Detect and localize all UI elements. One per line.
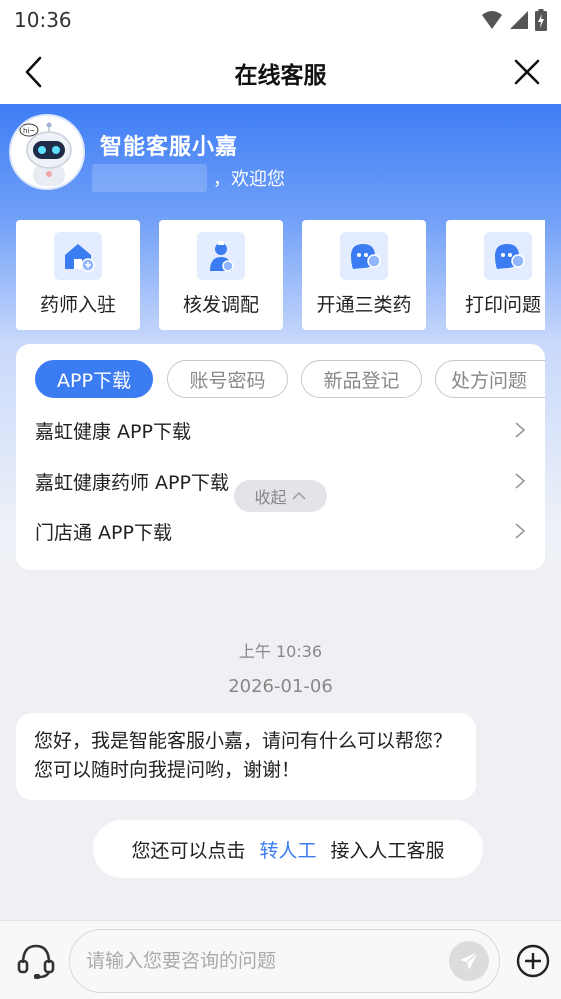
quick-actions-strip[interactable]: 药师入驻 核发调配 开通三类药 打印问题 xyxy=(16,220,545,332)
faq-item-label: 嘉虹健康药师 APP下载 xyxy=(35,471,229,494)
welcome-row: ，欢迎您 xyxy=(92,164,285,192)
headset-icon[interactable] xyxy=(15,939,57,981)
tab-app-download[interactable]: APP下载 xyxy=(35,360,153,398)
handoff-suffix: 接入人工客服 xyxy=(330,839,445,862)
quick-action-class-three-drugs[interactable]: 开通三类药 xyxy=(302,220,426,330)
faq-item-label: 门店通 APP下载 xyxy=(35,521,172,544)
message-time: 上午 10:36 xyxy=(238,642,323,661)
bot-avatar: hi~ xyxy=(9,114,85,190)
close-icon[interactable] xyxy=(509,54,545,90)
welcome-text: ，欢迎您 xyxy=(213,169,285,190)
status-bar: 10:36 xyxy=(0,0,561,40)
signal-icon xyxy=(510,11,528,29)
handoff-prefix: 您还可以点击 xyxy=(131,839,246,862)
quick-action-label: 药师入驻 xyxy=(39,294,116,316)
tab-new-product-registration[interactable]: 新品登记 xyxy=(301,360,422,398)
add-icon[interactable] xyxy=(515,943,551,979)
masked-username xyxy=(92,164,207,192)
tab-prescription-issue[interactable]: 处方问题 xyxy=(435,360,545,398)
hero-section: hi~ 智能客服小嘉 ，欢迎您 药师入驻 核发调配 开通三类药 打印问题 APP… xyxy=(0,104,561,594)
chevron-up-icon xyxy=(291,491,306,500)
bot-message-bubble: 您好，我是智能客服小嘉，请问有什么可以帮您？您可以随时向我提问哟，谢谢！ xyxy=(16,713,476,800)
send-button[interactable] xyxy=(449,941,489,981)
svg-text:hi~: hi~ xyxy=(23,127,35,135)
status-time: 10:36 xyxy=(14,8,72,32)
collapse-label: 收起 xyxy=(254,488,287,507)
faq-item[interactable]: 嘉虹健康 APP下载 xyxy=(35,410,527,450)
transfer-to-human-link[interactable]: 转人工 xyxy=(259,836,316,863)
quick-action-label: 开通三类药 xyxy=(316,294,412,316)
bottom-input-bar xyxy=(0,920,561,999)
quick-action-pharmacist-join[interactable]: 药师入驻 xyxy=(16,220,140,330)
quick-action-label: 核发调配 xyxy=(182,294,259,316)
wifi-icon xyxy=(482,11,502,29)
message-input-box[interactable] xyxy=(69,929,500,993)
chevron-right-icon xyxy=(515,523,526,539)
bot-message-text: 您好，我是智能客服小嘉，请问有什么可以帮您？您可以随时向我提问哟，谢谢！ xyxy=(34,730,453,781)
quick-action-label: 打印问题 xyxy=(465,294,542,316)
collapse-button[interactable]: 收起 xyxy=(234,480,327,512)
faq-panel: APP下载 账号密码 新品登记 处方问题 嘉虹健康 APP下载 嘉虹健康药师 A… xyxy=(16,344,545,570)
chevron-right-icon xyxy=(515,422,526,438)
message-date: 2026-01-06 xyxy=(228,676,333,697)
faq-tabs[interactable]: APP下载 账号密码 新品登记 处方问题 xyxy=(35,360,545,398)
page-title: 在线客服 xyxy=(234,63,327,89)
battery-icon xyxy=(535,9,547,31)
faq-item-label: 嘉虹健康 APP下载 xyxy=(35,420,191,443)
chevron-right-icon xyxy=(515,473,526,489)
house-plus-icon xyxy=(54,232,102,280)
chat-bot-icon xyxy=(484,232,532,280)
faq-item[interactable]: 门店通 APP下载 xyxy=(35,511,527,551)
send-icon xyxy=(460,951,479,970)
robot-icon: hi~ xyxy=(11,116,83,188)
quick-action-print-issue[interactable]: 打印问题 xyxy=(446,220,545,330)
status-icons xyxy=(481,9,547,31)
pharmacist-icon xyxy=(197,232,245,280)
human-handoff-bubble: 您还可以点击 转人工 接入人工客服 xyxy=(93,820,483,878)
bot-name: 智能客服小嘉 xyxy=(100,135,239,160)
chat-bot-icon xyxy=(340,232,388,280)
message-input[interactable] xyxy=(86,942,436,980)
tab-account-password[interactable]: 账号密码 xyxy=(167,360,288,398)
quick-action-dispense[interactable]: 核发调配 xyxy=(159,220,283,330)
nav-bar: 在线客服 xyxy=(0,40,561,104)
